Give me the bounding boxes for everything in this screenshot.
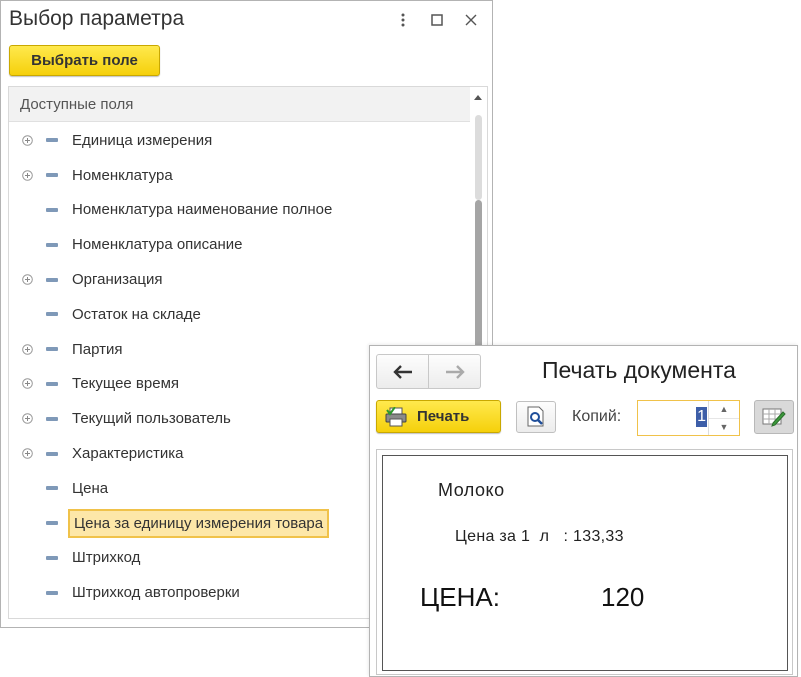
list-item-label: Номенклатура [72,166,173,184]
field-icon [46,486,58,491]
list-item-label: Номенклатура наименование полное [72,201,333,219]
field-icon [46,138,58,143]
expand-plus-icon[interactable] [21,413,33,425]
list-header: Доступные поля [9,87,471,122]
window-controls [386,9,488,31]
field-icon [46,312,58,317]
spin-buttons: ▲ ▼ [708,401,739,435]
spin-up-icon[interactable]: ▲ [709,401,739,418]
window-title: Выбор параметра [9,7,185,30]
edit-document-button[interactable] [754,400,794,434]
scroll-up-icon[interactable] [474,95,482,100]
list-item-label: Номенклатура описание [72,236,243,254]
copies-label: Копий: [572,408,622,425]
field-icon [46,207,58,212]
forward-arrow-icon[interactable] [429,355,480,388]
price-label: ЦЕНА: [420,582,500,612]
price-tag: Молоко Цена за 1 л : 133,33 ЦЕНА: 120 [382,455,788,671]
field-icon [46,347,58,352]
preview-button[interactable] [516,401,556,433]
list-item[interactable]: Единица измерения [9,123,471,158]
field-icon [46,451,58,456]
expand-plus-icon[interactable] [21,169,33,181]
field-icon [46,555,58,560]
list-item-label: Остаток на складе [72,305,201,323]
list-item-label: Характеристика [72,445,184,463]
document-preview-area: Молоко Цена за 1 л : 133,33 ЦЕНА: 120 [376,449,793,675]
field-icon [46,173,58,178]
edit-table-icon [762,408,786,427]
list-item-label: Организация [72,271,163,289]
print-document-window: Печать документа Печать Копий: 1 ▲ ▼ Мол… [369,345,798,677]
field-icon [46,416,58,421]
close-icon[interactable] [454,9,488,31]
product-name: Молоко [438,480,505,500]
field-icon [46,277,58,282]
list-item-label: Единица измерения [72,131,213,149]
list-item-label: Текущее время [72,375,180,393]
field-icon [46,590,58,595]
price-value: 120 [601,582,645,612]
copies-input[interactable]: 1 [696,407,707,427]
list-item-label: Текущий пользователь [72,410,231,428]
list-item[interactable]: Номенклатура [9,158,471,193]
field-icon [46,521,58,526]
expand-plus-icon[interactable] [21,448,33,460]
choose-field-button[interactable]: Выбрать поле [9,45,160,76]
expand-plus-icon[interactable] [21,378,33,390]
list-item-label: Цена [72,479,109,497]
list-item[interactable]: Организация [9,262,471,297]
maximize-icon[interactable] [420,9,454,31]
spin-down-icon[interactable]: ▼ [709,417,739,436]
window-title: Печать документа [542,357,736,383]
list-item-label: Штрихкод автопроверки [72,584,240,602]
list-item-label: Цена за единицу измерения товара [68,508,330,538]
list-item[interactable]: Номенклатура описание [9,227,471,262]
field-icon [46,381,58,386]
expand-plus-icon[interactable] [21,343,33,355]
list-item[interactable]: Остаток на складе [9,297,471,332]
scrollbar-thumb[interactable] [475,200,482,360]
preview-magnifier-icon [527,406,544,427]
back-arrow-icon[interactable] [377,355,428,388]
expand-plus-icon[interactable] [21,134,33,146]
unit-price-line: Цена за 1 л : 133,33 [455,528,624,545]
list-item-label: Штрихкод [72,549,141,567]
print-button[interactable]: Печать [376,400,501,433]
list-item-label: Партия [72,340,123,358]
navigation-buttons [376,354,481,389]
list-item[interactable]: Номенклатура наименование полное [9,193,471,228]
print-button-label: Печать [417,408,470,425]
more-vertical-icon[interactable] [386,9,420,31]
field-icon [46,242,58,247]
printer-icon [385,405,407,427]
expand-plus-icon[interactable] [21,274,33,286]
copies-stepper[interactable]: 1 ▲ ▼ [637,400,740,436]
scrollbar-track [475,115,482,200]
